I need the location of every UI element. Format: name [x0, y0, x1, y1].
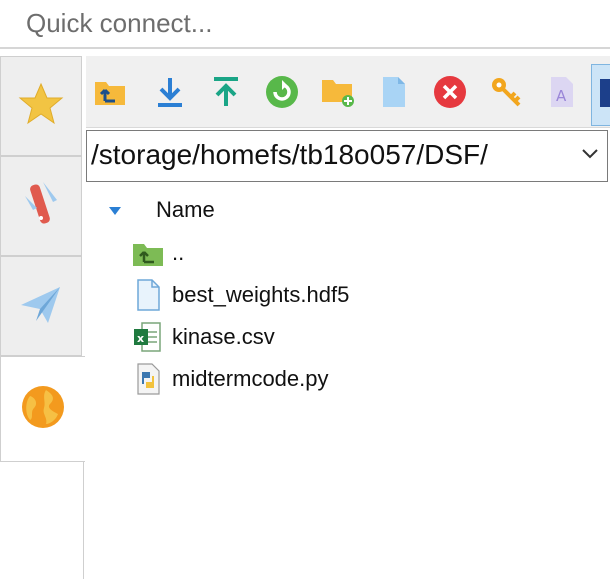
rename-icon: A [548, 75, 576, 114]
permissions-key-icon [489, 75, 523, 114]
paper-plane-icon [18, 281, 64, 332]
file-name: best_weights.hdf5 [172, 282, 350, 307]
svg-text:A: A [556, 87, 567, 105]
excel-csv-icon: x [132, 320, 164, 354]
path-input[interactable]: /storage/homefs/tb18o057/DSF/ [91, 139, 488, 171]
chevron-down-icon[interactable] [581, 147, 599, 166]
list-item[interactable]: .. [86, 232, 610, 274]
sort-ascending-icon [108, 203, 122, 221]
list-item[interactable]: x kinase.csv [86, 316, 610, 358]
sidebar-empty-area [0, 462, 84, 579]
file-list: Name .. best_weights.hdf5 x kinase.csv m… [86, 186, 610, 579]
parent-folder-icon [132, 236, 164, 270]
download-button[interactable] [152, 76, 188, 112]
list-item[interactable]: midtermcode.py [86, 358, 610, 400]
upload-button[interactable] [208, 76, 244, 112]
permissions-button[interactable] [488, 76, 524, 112]
new-folder-button[interactable] [320, 76, 356, 112]
new-folder-icon [320, 76, 356, 113]
more-icon [594, 73, 610, 118]
sidebar-tab-tools[interactable] [0, 156, 82, 256]
rename-button[interactable]: A [544, 76, 580, 112]
parent-folder-button[interactable] [92, 76, 128, 112]
list-item[interactable]: best_weights.hdf5 [86, 274, 610, 316]
parent-folder-icon [93, 77, 127, 112]
file-name: midtermcode.py [172, 366, 329, 391]
path-combobox[interactable]: /storage/homefs/tb18o057/DSF/ [86, 130, 608, 182]
column-header-label: Name [156, 197, 215, 222]
python-icon [132, 362, 164, 396]
new-file-icon [380, 75, 408, 114]
star-icon [17, 80, 65, 133]
globe-icon [20, 384, 66, 435]
toolbar: A [86, 56, 610, 128]
svg-text:x: x [137, 332, 144, 345]
quick-connect-bar [0, 0, 610, 49]
sidebar-tab-transfers[interactable] [0, 256, 82, 356]
more-button[interactable] [591, 64, 610, 126]
pocket-knife-icon [17, 178, 65, 235]
delete-button[interactable] [432, 75, 468, 114]
column-header-name[interactable]: Name [86, 186, 610, 230]
new-file-button[interactable] [376, 76, 412, 112]
quick-connect-input[interactable] [0, 0, 610, 47]
refresh-icon [265, 75, 299, 114]
upload-icon [211, 75, 241, 114]
file-icon [132, 278, 164, 312]
download-icon [155, 75, 185, 114]
sidebar-tab-sessions[interactable] [0, 356, 85, 462]
file-name: .. [172, 240, 185, 265]
file-name: kinase.csv [172, 324, 275, 349]
sidebar [0, 56, 85, 579]
refresh-button[interactable] [264, 75, 300, 114]
sidebar-tab-favorites[interactable] [0, 56, 82, 156]
delete-icon [433, 75, 467, 114]
